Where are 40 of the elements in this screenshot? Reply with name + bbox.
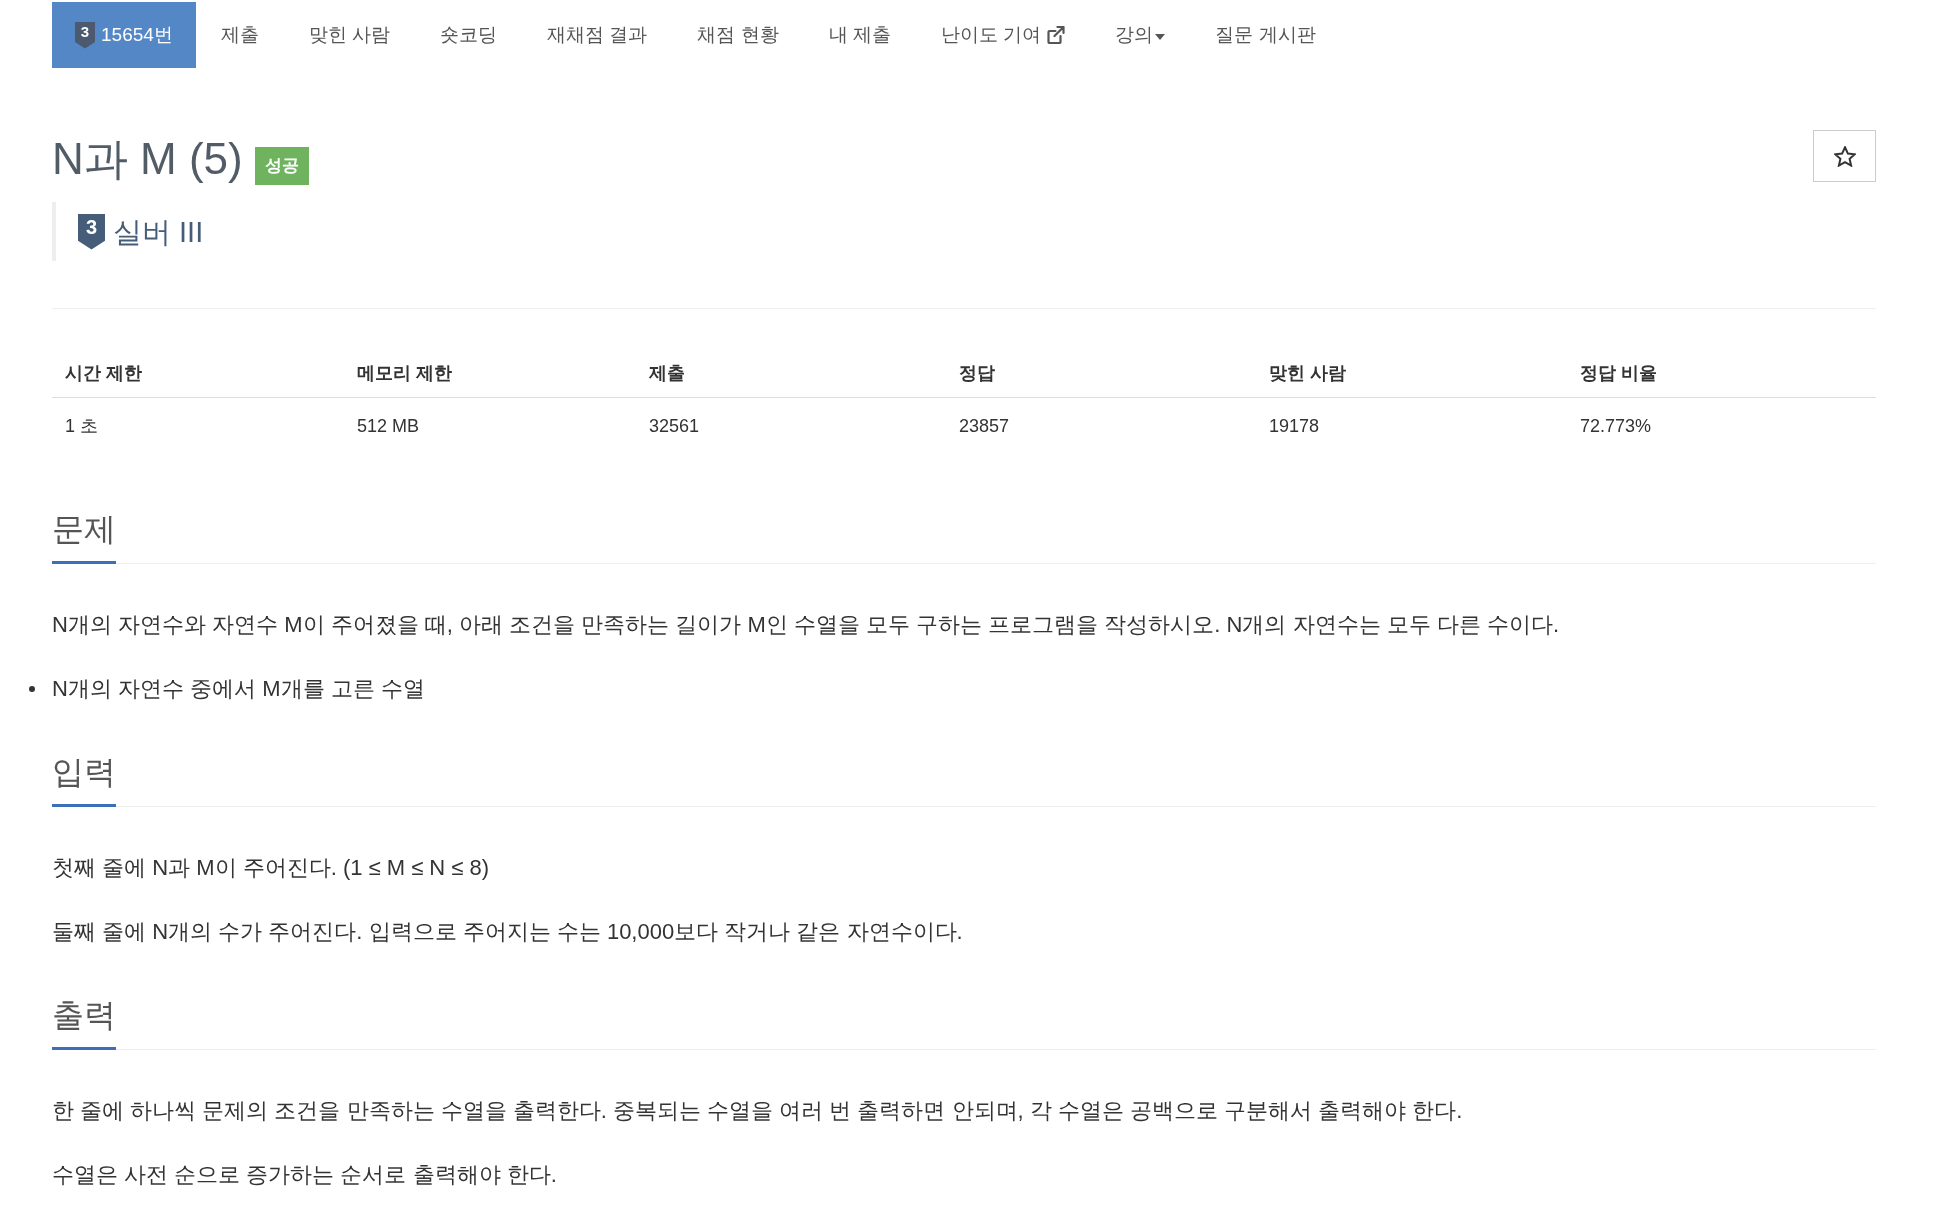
nav-tab[interactable]: 3 15654번 bbox=[52, 2, 196, 68]
tier-label: 실버 III bbox=[113, 214, 204, 250]
problem-title: N과 M (5) bbox=[52, 133, 243, 185]
table-header-cell-text: 맞힌 사람 bbox=[1268, 362, 1347, 385]
list-item-text: N개의 자연수 중에서 M개를 고른 수열 bbox=[52, 675, 425, 703]
table-cell-text: 72.773% bbox=[1579, 415, 1653, 438]
bullet-icon bbox=[29, 686, 35, 692]
table-cell-text: 32561 bbox=[648, 415, 701, 438]
caret-icon bbox=[1155, 34, 1166, 40]
table-header-cell-text: 메모리 제한 bbox=[356, 362, 453, 385]
nav-tab[interactable]: 강의 bbox=[1090, 2, 1191, 68]
nav-tab[interactable]: 난이도 기여 bbox=[915, 2, 1091, 68]
section-heading: 입력 bbox=[52, 750, 116, 807]
paragraph: 한 줄에 하나씩 문제의 조건을 만족하는 수열을 출력한다. 중복되는 수열을 여러 번 출력하면 안되며, 각 수열은 공백으로 구분해서 출력해야 한다. bbox=[52, 1097, 1464, 1125]
paragraph: 첫째 줄에 N과 M이 주어진다. (1 ≤ M ≤ N ≤ 8) bbox=[52, 854, 491, 882]
nav-tab[interactable]: 채점 현황 bbox=[672, 2, 804, 68]
tier-badge: 3 bbox=[75, 21, 95, 49]
favorite-button[interactable] bbox=[1813, 130, 1876, 182]
table-cell-text: 19178 bbox=[1268, 415, 1321, 438]
section-heading: 출력 bbox=[52, 993, 116, 1050]
table-cell-text: 1 초 bbox=[64, 415, 99, 438]
paragraph: 수열은 사전 순으로 증가하는 순서로 출력해야 한다. bbox=[52, 1161, 558, 1189]
external-link-icon bbox=[1047, 26, 1066, 44]
nav-tab[interactable]: 제출 bbox=[195, 2, 284, 68]
table-header-cell-text: 시간 제한 bbox=[64, 362, 143, 385]
nav-tab[interactable]: 맞힌 사람 bbox=[283, 2, 416, 68]
table-cell-text: 23857 bbox=[958, 415, 1011, 438]
nav-tab[interactable]: 숏코딩 bbox=[415, 2, 523, 68]
tier-badge: 3 bbox=[78, 213, 105, 250]
table-header-cell-text: 정답 bbox=[958, 362, 996, 385]
table-header-cell-text: 정답 비율 bbox=[1579, 362, 1658, 385]
table-cell-text: 512 MB bbox=[356, 415, 421, 438]
nav-tab[interactable]: 내 제출 bbox=[803, 2, 916, 68]
table-header-cell-text: 제출 bbox=[648, 362, 686, 385]
nav-tab[interactable]: 질문 게시판 bbox=[1190, 2, 1341, 68]
result-badge: 성공 bbox=[254, 147, 309, 185]
section-heading: 문제 bbox=[52, 507, 116, 564]
paragraph: 둘째 줄에 N개의 수가 주어진다. 입력으로 주어지는 수는 10,000보다 작거나 같은 자연수이다. bbox=[52, 918, 964, 946]
nav-tab[interactable]: 재채점 결과 bbox=[522, 2, 673, 68]
paragraph: N개의 자연수와 자연수 M이 주어졌을 때, 아래 조건을 만족하는 길이가 M인 수열을 모두 구하는 프로그램을 작성하시오. N개의 자연수는 모두 다른 수이다. bbox=[52, 611, 1560, 639]
